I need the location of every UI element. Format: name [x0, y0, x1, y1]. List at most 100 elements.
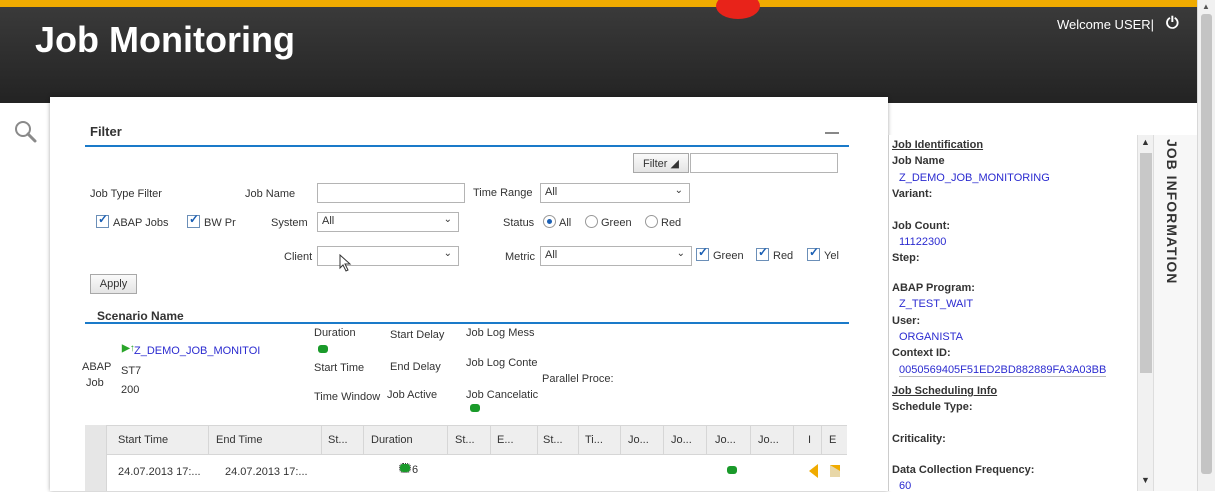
abap-program-label: ABAP Program:	[892, 282, 975, 294]
filter-divider	[85, 145, 849, 147]
status-green-radio[interactable]: Green	[582, 215, 632, 229]
table-row[interactable]: 24.07.2013 17:... 24.07.2013 17:... 6	[85, 455, 847, 491]
status-all-radio[interactable]: All	[540, 215, 571, 229]
document-icon[interactable]	[828, 463, 842, 479]
parallel-label: Parallel Proce:	[542, 373, 614, 385]
time-range-select[interactable]: All ⌄	[540, 183, 690, 203]
col-ti[interactable]: Ti...	[585, 434, 603, 446]
chevron-down-icon: ⌄	[676, 248, 685, 259]
filter-search-input[interactable]	[690, 153, 838, 173]
col-e[interactable]: E...	[497, 434, 514, 446]
metric-select[interactable]: All ⌄	[540, 246, 692, 266]
job-log-conte-label: Job Log Conte	[466, 357, 538, 369]
row-duration-icon	[399, 463, 411, 473]
job-name-input[interactable]	[317, 183, 465, 203]
chevron-down-icon: ⌄	[443, 214, 452, 225]
job-scheduling-header: Job Scheduling Info	[892, 385, 998, 397]
scroll-down-icon[interactable]: ▼	[1141, 475, 1150, 485]
scroll-up-icon[interactable]: ▲	[1202, 2, 1210, 11]
info-scrollbar[interactable]: ▲ ▼	[1137, 135, 1154, 491]
job-table: Start Time End Time St... Duration St...…	[85, 425, 847, 491]
duration-status-icon	[318, 345, 328, 353]
job-type-filter-label: Job Type Filter	[90, 188, 162, 200]
page-scrollbar[interactable]: ▲	[1197, 0, 1215, 491]
status-label: Status	[503, 217, 535, 229]
metric-yel-checkbox[interactable]: Yel	[807, 245, 839, 262]
col-st-2[interactable]: St...	[455, 434, 475, 446]
col-jo-1[interactable]: Jo...	[628, 434, 649, 446]
apply-button[interactable]: Apply	[90, 274, 137, 294]
status-red-radio[interactable]: Red	[642, 215, 681, 229]
radio-icon	[543, 215, 556, 228]
variant-label: Variant:	[892, 188, 933, 200]
scenario-client: 200	[121, 384, 140, 396]
job-name-value: Z_DEMO_JOB_MONITORING	[899, 172, 1050, 184]
scroll-thumb[interactable]	[1201, 14, 1212, 474]
step-label: Step:	[892, 252, 920, 264]
checkbox-icon	[96, 212, 109, 228]
time-window-label: Time Window	[314, 391, 381, 403]
criticality-label: Criticality:	[892, 433, 946, 445]
abap-jobs-checkbox[interactable]: ABAP Jobs	[96, 212, 168, 229]
col-jo-3[interactable]: Jo...	[715, 434, 736, 446]
radio-icon	[645, 215, 658, 228]
checkbox-icon	[807, 245, 820, 261]
job-name-label: Job Name	[245, 188, 296, 200]
scenario-divider	[85, 322, 849, 324]
scenario-system: ST7	[121, 365, 142, 377]
start-time-label: Start Time	[314, 362, 365, 374]
start-delay-label: Start Delay	[390, 329, 445, 341]
search-icon[interactable]	[12, 118, 40, 146]
row-start-time: 24.07.2013 17:...	[118, 466, 201, 478]
system-select[interactable]: All ⌄	[317, 212, 459, 232]
job-cancel-label: Job Cancelatic	[466, 389, 539, 401]
client-label: Client	[284, 251, 313, 263]
system-label: System	[271, 217, 308, 229]
col-end-time[interactable]: End Time	[216, 434, 262, 446]
collapse-icon[interactable]	[825, 132, 839, 134]
scenario-arrows-icon: ▶↑	[122, 343, 135, 354]
scenario-name-link[interactable]: Z_DEMO_JOB_MONITOI	[134, 345, 260, 357]
checkbox-icon	[756, 245, 769, 261]
power-icon[interactable]: ⏻	[1166, 15, 1179, 33]
col-st-1[interactable]: St...	[328, 434, 348, 446]
row-selector-column[interactable]	[85, 425, 107, 491]
job-cancel-status-icon	[470, 404, 480, 412]
col-start-time[interactable]: Start Time	[118, 434, 168, 446]
filter-panel: Filter Filter ◢ Job Type Filter Job Name…	[50, 97, 888, 491]
context-id-value: 0050569405F51ED2BD882889FA3A03BB	[899, 364, 1107, 377]
bw-pr-checkbox[interactable]: BW Pr	[187, 212, 236, 229]
checkbox-icon	[187, 212, 200, 228]
col-e-2[interactable]: E	[829, 434, 836, 446]
job-information-panel: Job Identification Job Name Z_DEMO_JOB_M…	[888, 135, 1154, 492]
schedule-type-label: Schedule Type:	[892, 401, 973, 413]
duration-label: Duration	[314, 327, 356, 339]
scroll-thumb[interactable]	[1140, 153, 1152, 373]
shell-header: Job Monitoring Welcome USER| ⏻	[0, 0, 1197, 103]
job-type-text: ABAP	[82, 361, 112, 373]
col-i[interactable]: I	[808, 434, 811, 446]
job-active-label: Job Active	[387, 389, 438, 401]
job-information-tab[interactable]: JOB INFORMATION	[1153, 135, 1197, 491]
context-id-label: Context ID:	[892, 347, 951, 359]
col-duration[interactable]: Duration	[371, 434, 413, 446]
arrow-left-icon[interactable]	[806, 463, 820, 479]
notification-badge[interactable]	[716, 0, 760, 19]
filter-title: Filter	[90, 124, 122, 139]
col-jo-2[interactable]: Jo...	[671, 434, 692, 446]
scroll-up-icon[interactable]: ▲	[1141, 137, 1150, 147]
col-st-3[interactable]: St...	[543, 434, 563, 446]
filter-button[interactable]: Filter ◢	[633, 153, 689, 173]
chevron-down-icon: ⌄	[443, 248, 452, 259]
job-count-label: Job Count:	[892, 220, 951, 232]
row-job-status-icon	[727, 466, 737, 474]
job-count-value: 11122300	[899, 236, 947, 248]
user-value: ORGANISTA	[899, 331, 963, 343]
welcome-text: Welcome USER|	[1057, 17, 1155, 32]
metric-red-checkbox[interactable]: Red	[756, 245, 793, 262]
col-jo-4[interactable]: Jo...	[758, 434, 779, 446]
metric-green-checkbox[interactable]: Green	[696, 245, 744, 262]
chevron-down-icon: ⌄	[674, 185, 683, 196]
row-duration-value: 6	[412, 464, 419, 476]
time-range-label: Time Range	[473, 187, 533, 199]
